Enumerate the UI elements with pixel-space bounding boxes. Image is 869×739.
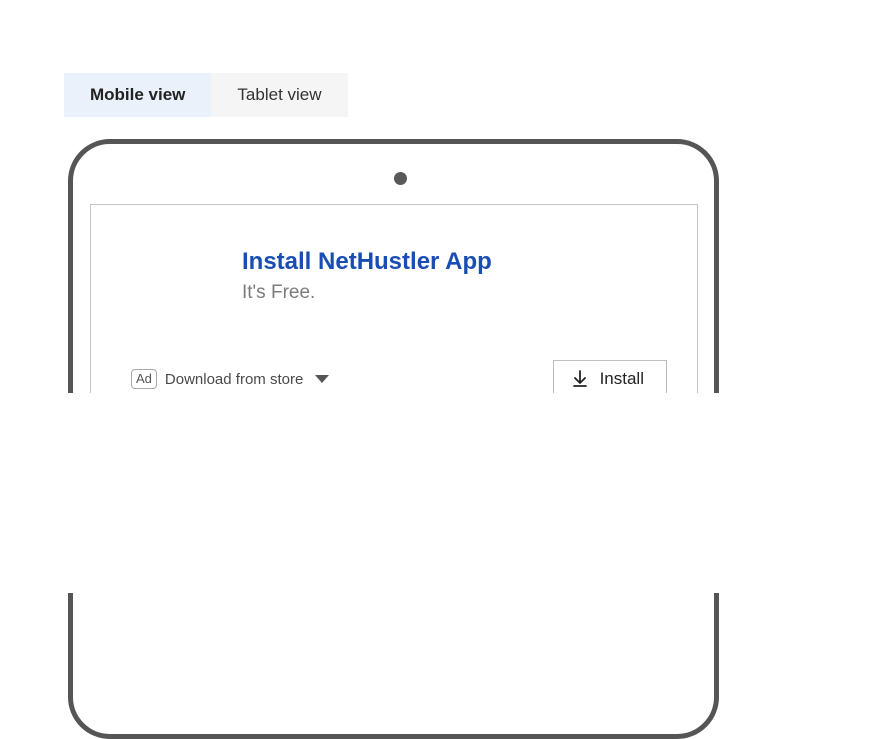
ad-source-text: Download from store [165,371,303,388]
ad-headline[interactable]: Install NetHustler App [242,248,492,276]
ad-subline: It's Free. [242,282,315,304]
chevron-down-icon [315,374,329,384]
device-camera-dot [394,172,407,185]
tab-tablet-view[interactable]: Tablet view [211,73,347,117]
view-tabs: Mobile view Tablet view [64,73,348,117]
screenshot-crop-mask [0,393,869,593]
ad-source-group[interactable]: Ad Download from store [131,369,329,389]
ad-badge: Ad [131,369,157,389]
tab-mobile-view[interactable]: Mobile view [64,73,211,117]
install-button-label: Install [600,369,644,389]
download-icon [572,370,588,388]
